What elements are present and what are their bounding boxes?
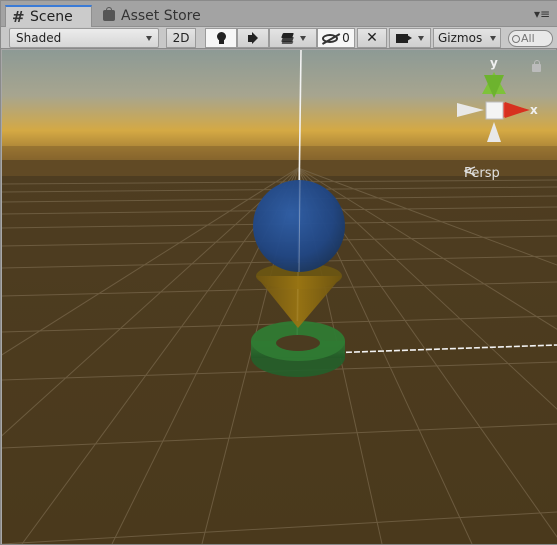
scene-camera-dropdown[interactable] [389,28,431,48]
tab-asset-store-label: Asset Store [121,8,201,24]
scene-window: # Scene Asset Store ▾≡ Shaded 2D 0 ✕ Giz… [0,0,557,545]
eye-slash-icon [322,33,339,43]
scene-audio-toggle[interactable] [237,28,269,48]
speaker-icon [247,34,254,42]
gizmo-x-label: x [530,103,538,117]
tab-options-menu-icon[interactable]: ▾≡ [534,8,550,21]
chevron-down-icon [146,35,152,41]
lock-icon[interactable] [532,60,541,72]
toggle-2d-button[interactable]: 2D [166,28,196,48]
scene-visibility-toggle[interactable]: 0 [317,28,355,48]
lightbulb-icon [216,31,226,44]
search-input[interactable] [521,32,547,45]
shopping-bag-icon [103,7,117,23]
toggle-2d-label: 2D [172,31,190,45]
shading-mode-dropdown[interactable]: Shaded [9,28,159,48]
tab-scene-label: Scene [30,9,73,25]
camera-icon [396,33,412,43]
chevron-down-icon [490,35,496,41]
projection-toggle[interactable]: Persp [464,166,500,181]
scene-effects-dropdown[interactable] [269,28,317,48]
search-icon [512,34,520,43]
shading-mode-value: Shaded [16,31,62,45]
tab-bar: # Scene Asset Store ▾≡ [1,1,557,27]
scene-toolbar: Shaded 2D 0 ✕ Gizmos [1,27,557,49]
chevron-down-icon [299,35,306,41]
tab-scene[interactable]: # Scene [5,5,92,27]
tools-icon: ✕ [366,30,378,46]
gizmos-dropdown[interactable]: Gizmos [433,28,501,48]
gizmo-y-label: y [490,56,498,70]
scene-search-field[interactable] [508,30,553,47]
gizmos-label: Gizmos [438,31,483,45]
hash-icon: # [12,8,25,26]
perspective-icon [464,166,476,176]
scene-lighting-toggle[interactable] [205,28,237,48]
tab-asset-store[interactable]: Asset Store [97,5,217,27]
hidden-object-count: 0 [342,31,350,45]
scene-render: y x [2,50,557,544]
layers-icon [280,32,294,44]
scene-viewport[interactable]: y x Persp [2,50,557,544]
torus-object [251,321,345,377]
chevron-down-icon [418,35,424,41]
component-tools-toggle[interactable]: ✕ [357,28,387,48]
